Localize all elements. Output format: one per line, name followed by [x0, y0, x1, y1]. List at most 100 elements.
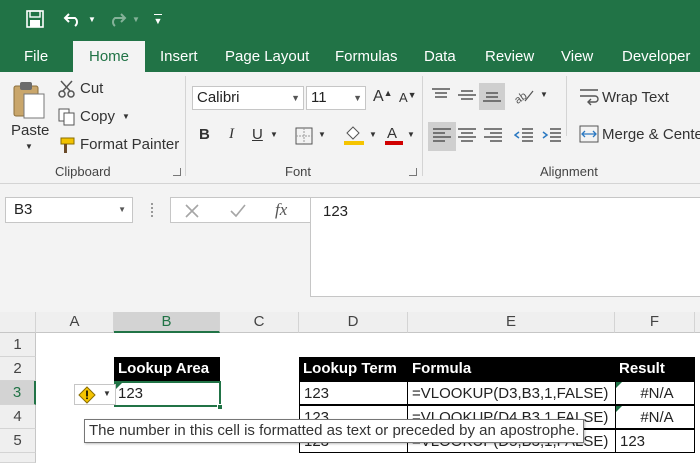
- cell-f4[interactable]: #N/A: [615, 405, 695, 429]
- copy-dropdown-icon[interactable]: ▼: [122, 112, 130, 121]
- svg-text:A: A: [387, 125, 397, 142]
- clipboard-launcher-icon[interactable]: [173, 168, 181, 176]
- formula-bar: B3 ▼ fx 123: [0, 184, 700, 312]
- cell-f2[interactable]: Result: [615, 357, 695, 381]
- tab-file[interactable]: File: [24, 41, 48, 72]
- chevron-down-icon: ▼: [103, 389, 111, 398]
- paste-button[interactable]: Paste: [11, 122, 49, 139]
- orientation-icon[interactable]: ab: [512, 85, 535, 108]
- cell-d3[interactable]: 123: [299, 381, 408, 405]
- fill-color-icon[interactable]: [343, 124, 365, 149]
- scissors-icon: [58, 80, 76, 101]
- row-header-2[interactable]: 2: [0, 357, 36, 381]
- column-header-d[interactable]: D: [299, 312, 408, 333]
- tab-review[interactable]: Review: [485, 41, 534, 72]
- save-icon[interactable]: [22, 6, 48, 32]
- tab-data[interactable]: Data: [424, 41, 456, 72]
- font-size-combo[interactable]: 11 ▼: [306, 86, 366, 110]
- chevron-down-icon: ▼: [353, 93, 362, 103]
- row-header-6[interactable]: [0, 453, 36, 463]
- cell-d2[interactable]: Lookup Term: [299, 357, 408, 381]
- formula-value: 123: [323, 203, 349, 220]
- bold-button[interactable]: B: [199, 126, 210, 143]
- align-middle-icon[interactable]: [457, 87, 477, 106]
- svg-text:ab: ab: [513, 90, 529, 105]
- ribbon: Paste ▼ Cut Copy ▼ Format Painter Clipbo…: [0, 72, 700, 184]
- column-header-b[interactable]: B: [114, 312, 220, 333]
- increase-indent-icon[interactable]: [542, 127, 562, 146]
- copy-button[interactable]: Copy: [80, 108, 115, 125]
- error-checking-button[interactable]: ▼: [74, 384, 116, 405]
- tab-formulas[interactable]: Formulas: [335, 41, 398, 72]
- formula-input[interactable]: 123: [310, 197, 700, 297]
- decrease-indent-icon[interactable]: [513, 127, 534, 146]
- borders-icon[interactable]: [295, 127, 313, 148]
- cell-e2[interactable]: Formula: [408, 357, 615, 381]
- title-bar: ▼ ▼ ▼: [0, 0, 700, 38]
- cell-b2[interactable]: Lookup Area: [114, 357, 220, 381]
- cancel-icon[interactable]: [184, 203, 200, 222]
- paste-dropdown-icon[interactable]: ▼: [25, 142, 33, 151]
- name-box[interactable]: B3 ▼: [5, 197, 133, 223]
- tab-page-layout[interactable]: Page Layout: [225, 41, 309, 72]
- customize-qat-icon[interactable]: ▼: [150, 6, 166, 32]
- row-header-4[interactable]: 4: [0, 405, 36, 429]
- tab-insert[interactable]: Insert: [160, 41, 198, 72]
- cell-f3-value: #N/A: [640, 385, 674, 402]
- undo-dropdown-icon[interactable]: ▼: [86, 6, 98, 32]
- cell-f3[interactable]: #N/A: [615, 381, 695, 405]
- wrap-text-button[interactable]: Wrap Text: [602, 89, 669, 106]
- insert-function-icon[interactable]: fx: [275, 200, 287, 220]
- font-launcher-icon[interactable]: [409, 168, 417, 176]
- column-header-e[interactable]: E: [408, 312, 615, 333]
- font-color-dropdown-icon[interactable]: ▼: [407, 130, 415, 139]
- align-top-icon[interactable]: [431, 87, 451, 106]
- underline-button[interactable]: U: [252, 126, 263, 143]
- font-name-value: Calibri: [197, 89, 240, 106]
- row-header-3[interactable]: 3: [0, 381, 36, 405]
- align-center-icon[interactable]: [457, 127, 477, 146]
- fill-color-dropdown-icon[interactable]: ▼: [369, 130, 377, 139]
- enter-icon[interactable]: [229, 203, 247, 222]
- error-indicator-icon: [616, 406, 622, 412]
- alignment-group-label: Alignment: [540, 164, 598, 179]
- font-color-icon[interactable]: A: [384, 124, 404, 149]
- paste-icon[interactable]: [12, 80, 46, 123]
- error-indicator-icon: [616, 382, 622, 388]
- cell-f5[interactable]: 123: [615, 429, 695, 453]
- row-header-5[interactable]: 5: [0, 429, 36, 453]
- orientation-dropdown-icon[interactable]: ▼: [540, 90, 548, 99]
- merge-center-button[interactable]: Merge & Cente: [602, 126, 700, 143]
- column-header-a[interactable]: A: [36, 312, 114, 333]
- align-right-icon[interactable]: [483, 127, 503, 146]
- column-header-c[interactable]: C: [220, 312, 299, 333]
- decrease-font-size-icon[interactable]: A▼: [399, 90, 417, 105]
- increase-font-size-icon[interactable]: A▲: [373, 88, 393, 106]
- group-separator: [566, 76, 567, 136]
- font-name-combo[interactable]: Calibri ▼: [192, 86, 304, 110]
- row-header-1[interactable]: 1: [0, 333, 36, 357]
- error-indicator-icon: [116, 383, 122, 389]
- italic-button[interactable]: I: [229, 126, 234, 143]
- underline-dropdown-icon[interactable]: ▼: [270, 130, 278, 139]
- column-header-f[interactable]: F: [615, 312, 695, 333]
- tab-view[interactable]: View: [561, 41, 593, 72]
- chevron-down-icon: ▼: [291, 93, 300, 103]
- cell-e3[interactable]: =VLOOKUP(D3,B3,1,FALSE): [407, 381, 616, 405]
- fill-handle[interactable]: [217, 404, 223, 410]
- select-all-corner[interactable]: [0, 312, 36, 333]
- tab-developer[interactable]: Developer: [622, 41, 690, 72]
- cell-b3[interactable]: 123: [114, 381, 221, 407]
- group-separator: [185, 76, 186, 176]
- formula-bar-grip-icon[interactable]: [151, 203, 154, 217]
- chevron-down-icon[interactable]: ▼: [118, 198, 126, 222]
- format-painter-button[interactable]: Format Painter: [80, 136, 179, 153]
- undo-icon[interactable]: [60, 6, 86, 32]
- borders-dropdown-icon[interactable]: ▼: [318, 130, 326, 139]
- column-header-g[interactable]: [695, 312, 700, 333]
- tab-home[interactable]: Home: [73, 41, 145, 72]
- align-left-icon[interactable]: [428, 122, 456, 151]
- font-size-value: 11: [311, 89, 327, 106]
- align-bottom-icon[interactable]: [479, 83, 505, 110]
- cut-button[interactable]: Cut: [80, 80, 103, 97]
